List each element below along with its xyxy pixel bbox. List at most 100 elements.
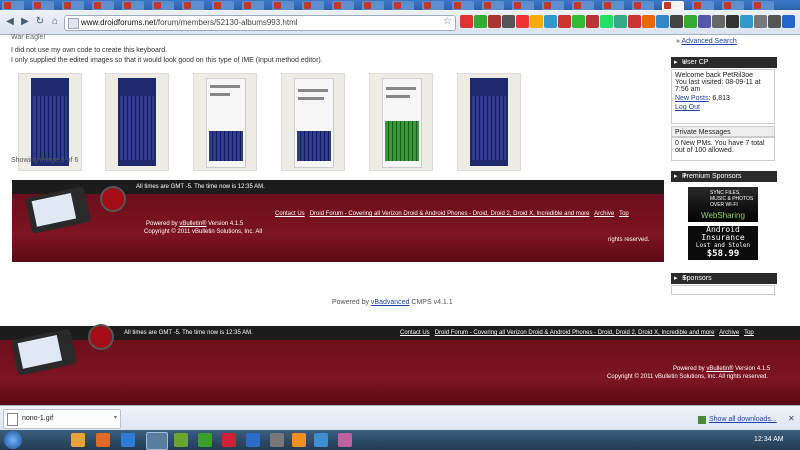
browser-tab[interactable] (242, 1, 264, 10)
home-icon[interactable]: ⌂ (48, 15, 62, 29)
app-icon[interactable] (222, 433, 236, 447)
browser-tab[interactable] (752, 1, 774, 10)
extension-icon[interactable] (740, 15, 753, 28)
extension-icon[interactable] (586, 15, 599, 28)
start-button[interactable] (4, 431, 22, 449)
advanced-search-link[interactable]: Advanced Search (681, 38, 736, 45)
footer-link-contact[interactable]: Contact Us (275, 211, 305, 217)
browser-tab[interactable] (452, 1, 474, 10)
explorer-icon[interactable] (71, 433, 85, 447)
extension-icon[interactable] (572, 15, 585, 28)
expand-plus-icon[interactable]: + (682, 273, 774, 283)
album-thumbnail[interactable] (457, 73, 521, 171)
bookmark-star-icon[interactable]: ☆ (443, 16, 452, 27)
logout-link[interactable]: Log Out (675, 104, 700, 111)
app-icon[interactable] (314, 433, 328, 447)
sponsors-header[interactable]: ▸ Sponsors + (671, 273, 777, 284)
extension-icon[interactable] (614, 15, 627, 28)
outer-vbulletin-link[interactable]: vBulletin® (706, 366, 733, 372)
footer-link-top[interactable]: Top (619, 211, 629, 217)
browser-tab[interactable] (212, 1, 234, 10)
extension-icon[interactable] (656, 15, 669, 28)
back-icon[interactable]: ◀ (3, 15, 17, 29)
browser-tab[interactable] (722, 1, 744, 10)
extension-icon[interactable] (460, 15, 473, 28)
footer-link-home[interactable]: Droid Forum - Covering all Verizon Droid… (310, 211, 590, 217)
firefox-icon[interactable] (96, 433, 110, 447)
browser-tab[interactable] (662, 1, 684, 10)
premium-sponsors-header[interactable]: ▸ Premium Sponsors + (671, 171, 777, 182)
outer-link-top[interactable]: Top (744, 330, 754, 336)
browser-tab[interactable] (92, 1, 114, 10)
download-menu-icon[interactable]: ▾ (114, 414, 117, 421)
album-thumbnail[interactable] (281, 73, 345, 171)
browser-tab[interactable] (2, 1, 24, 10)
browser-tab[interactable] (182, 1, 204, 10)
album-thumbnail[interactable] (369, 73, 433, 171)
extension-icon[interactable] (670, 15, 683, 28)
android-insurance-ad[interactable]: Android Insurance Lost and Stolen $58.99 (688, 226, 758, 260)
expand-plus-icon[interactable]: + (682, 171, 774, 181)
vlc-icon[interactable] (292, 433, 306, 447)
browser-tab[interactable] (332, 1, 354, 10)
extension-icon[interactable] (516, 15, 529, 28)
footer-link-archive[interactable]: Archive (594, 211, 614, 217)
album-thumbnail[interactable] (105, 73, 169, 171)
browser-tab[interactable] (602, 1, 624, 10)
vbadvanced-link[interactable]: vBadvanced (371, 299, 410, 306)
browser-tab[interactable] (362, 1, 384, 10)
extension-icon[interactable] (544, 15, 557, 28)
reload-icon[interactable]: ↻ (33, 15, 47, 29)
websharing-ad[interactable]: SYNC FILES, MUSIC & PHOTOS OVER WI-FI We… (688, 187, 758, 222)
new-posts-link[interactable]: New Posts (675, 95, 708, 102)
extension-icon[interactable] (698, 15, 711, 28)
utorrent-icon[interactable] (198, 433, 212, 447)
extension-icon[interactable] (558, 15, 571, 28)
outer-link-home[interactable]: Droid Forum - Covering all Verizon Droid… (435, 330, 715, 336)
browser-tab[interactable] (272, 1, 294, 10)
browser-tab[interactable] (692, 1, 714, 10)
download-item[interactable]: nono-1.gif ▾ (3, 409, 121, 429)
browser-tab[interactable] (392, 1, 414, 10)
extension-icon[interactable] (684, 15, 697, 28)
browser-tab[interactable] (62, 1, 84, 10)
extension-icon[interactable] (502, 15, 515, 28)
album-thumbnail[interactable] (193, 73, 257, 171)
browser-tab[interactable] (122, 1, 144, 10)
media-player-icon[interactable] (246, 433, 260, 447)
browser-tab[interactable] (422, 1, 444, 10)
browser-tab[interactable] (632, 1, 654, 10)
app-icon[interactable] (270, 433, 284, 447)
browser-tab[interactable] (302, 1, 324, 10)
extension-icon[interactable] (642, 15, 655, 28)
browser-tab[interactable] (572, 1, 594, 10)
paint-icon[interactable] (338, 433, 352, 447)
browser-tab[interactable] (482, 1, 504, 10)
chrome-icon[interactable] (146, 432, 168, 450)
browser-tab[interactable] (512, 1, 534, 10)
ie-icon[interactable] (121, 433, 135, 447)
browser-tab[interactable] (32, 1, 54, 10)
extension-icon[interactable] (488, 15, 501, 28)
extension-icon[interactable] (600, 15, 613, 28)
extension-icon[interactable] (628, 15, 641, 28)
extension-icon[interactable] (474, 15, 487, 28)
extension-icon[interactable] (782, 15, 795, 28)
address-bar[interactable]: www.droidforums.net/forum/members/52130-… (64, 15, 456, 31)
extension-icon[interactable] (530, 15, 543, 28)
browser-tab[interactable] (152, 1, 174, 10)
outer-link-contact[interactable]: Contact Us (400, 330, 430, 336)
browser-tab[interactable] (542, 1, 564, 10)
forward-icon[interactable]: ▶ (18, 15, 32, 29)
user-cp-header[interactable]: ▸ User CP + (671, 57, 777, 68)
close-shelf-icon[interactable]: ✕ (788, 414, 795, 423)
extension-icon[interactable] (726, 15, 739, 28)
extension-icon[interactable] (754, 15, 767, 28)
extension-icon[interactable] (712, 15, 725, 28)
extension-icon[interactable] (768, 15, 781, 28)
hulu-icon[interactable] (174, 433, 188, 447)
show-all-downloads-link[interactable]: Show all downloads... (709, 416, 777, 423)
vbulletin-link[interactable]: vBulletin® (179, 221, 206, 227)
outer-link-archive[interactable]: Archive (719, 330, 739, 336)
expand-plus-icon[interactable]: + (682, 57, 774, 67)
